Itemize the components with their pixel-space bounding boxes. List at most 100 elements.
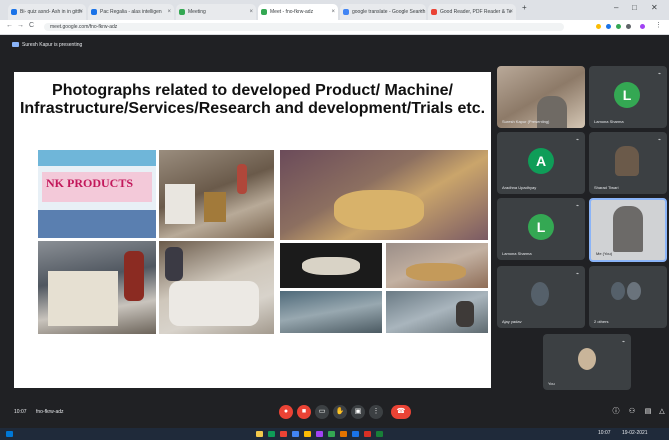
participant-photo (611, 282, 625, 300)
tab-label: Meet - fno-fkrw-adz (270, 9, 314, 15)
back-button[interactable]: ← (6, 22, 13, 29)
taskbar-app-icon[interactable] (304, 431, 311, 437)
mic-off-icon: ⌁ (657, 137, 661, 143)
mic-off-icon: ⌁ (657, 71, 661, 77)
forward-button[interactable]: → (17, 22, 24, 29)
close-icon[interactable]: × (79, 4, 83, 20)
participant-name: Me (You) (596, 251, 613, 256)
grain-pile-shape (334, 190, 424, 230)
worker-shape (165, 247, 183, 281)
minimize-button[interactable]: – (614, 3, 618, 12)
chrome-icon[interactable] (292, 431, 299, 437)
tab-favicon-icon (91, 9, 97, 15)
file-explorer-icon[interactable] (256, 431, 263, 437)
more-options-button[interactable]: ⋮ (369, 405, 383, 419)
chat-icon[interactable]: ▤ (641, 405, 655, 419)
participant-tile-5[interactable]: L ⌁ Lamona Sharma (497, 198, 585, 260)
participant-tile-2[interactable]: L ⌁ Lamona Sharma (589, 66, 667, 128)
new-tab-icon[interactable]: + (522, 3, 527, 12)
participant-name: Aradhna Upadhyay (502, 185, 537, 190)
leave-call-button[interactable]: ☎ (391, 405, 411, 419)
meeting-controls-bar: 10:07 fno-fkrw-adz ● ■ ▭ ✋ ▣ ⋮ ☎ ⓘ ⚇ ▤ △ (0, 398, 669, 428)
person-shape (456, 301, 474, 327)
meeting-time: 10:07 (14, 409, 27, 415)
present-button[interactable]: ▣ (351, 405, 365, 419)
banner-top (38, 150, 156, 166)
pile-shape (406, 263, 466, 281)
participant-photo (531, 282, 549, 306)
taskbar-app-icon[interactable] (328, 431, 335, 437)
mic-toggle-button[interactable]: ● (279, 405, 293, 419)
address-bar-row: ← → C meet.google.com/fno-fkrw-adz ⋮ (0, 20, 669, 35)
taskbar-app-icon[interactable] (364, 431, 371, 437)
participant-tile-presenter[interactable]: Suresh Kapur (Presenting) (497, 66, 585, 128)
activities-icon[interactable]: △ (655, 405, 669, 419)
info-icon[interactable]: ⓘ (609, 405, 623, 419)
taskbar-app-icon[interactable] (280, 431, 287, 437)
raise-hand-button[interactable]: ✋ (333, 405, 347, 419)
browser-tab-5[interactable]: google translate - Google Search × (340, 4, 426, 20)
tab-favicon-icon (179, 9, 185, 15)
participant-tile-7[interactable]: ⌁ Ajay yadav (497, 266, 585, 328)
participant-tile-9[interactable]: ⌁ You (543, 334, 631, 390)
maximize-button[interactable]: □ (632, 3, 637, 12)
participant-tile-others[interactable]: 2 others (589, 266, 667, 328)
tab-label: Bi- quiz asnd- Ash in in gitth (20, 9, 82, 15)
presented-slide: Photographs related to developed Product… (14, 72, 491, 388)
people-icon[interactable]: ⚇ (625, 405, 639, 419)
participant-name: Suresh Kapur (Presenting) (502, 119, 550, 124)
url-input[interactable]: meet.google.com/fno-fkrw-adz (44, 23, 564, 31)
browser-tab-2[interactable]: Pac Regalia - alas intelligen × (88, 4, 174, 20)
reload-button[interactable]: C (29, 22, 34, 29)
browser-tab-strip: Bi- quiz asnd- Ash in in gitth × Pac Rega… (0, 0, 669, 20)
browser-tab-6[interactable]: Good Reader, PDF Reader & Te × (428, 4, 516, 20)
avatar: A (528, 148, 554, 174)
mushroom-photo (280, 243, 382, 288)
participant-name: You (548, 381, 555, 386)
close-icon[interactable]: × (419, 4, 423, 20)
menu-icon[interactable]: ⋮ (655, 21, 662, 29)
close-icon[interactable]: × (331, 4, 335, 20)
taskbar-app-icon[interactable] (376, 431, 383, 437)
tab-favicon-icon (261, 9, 267, 15)
extension-icon[interactable] (626, 24, 631, 29)
present-screen-icon (12, 42, 19, 47)
close-icon[interactable]: × (167, 4, 171, 20)
participant-tile-self[interactable]: Me (You) (589, 198, 667, 262)
browser-tab-1[interactable]: Bi- quiz asnd- Ash in in gitth × (8, 4, 86, 20)
participant-tile-4[interactable]: ⌁ Sharad Tiwari (589, 132, 667, 194)
browser-tab-4[interactable]: Meet - fno-fkrw-adz × (258, 4, 338, 20)
taskbar-app-icon[interactable] (316, 431, 323, 437)
trial-photo-2 (386, 291, 488, 333)
close-icon[interactable]: × (249, 4, 253, 20)
taskbar-app-icon[interactable] (340, 431, 347, 437)
sacks-shape (169, 281, 259, 326)
extension-icon[interactable] (596, 24, 601, 29)
extension-icon[interactable] (606, 24, 611, 29)
avatar: L (614, 82, 640, 108)
mic-off-icon: ⌁ (575, 203, 579, 209)
taskbar-app-icon[interactable] (352, 431, 359, 437)
tab-favicon-icon (343, 9, 349, 15)
browser-tab-3[interactable]: Meeting × (176, 4, 256, 20)
tab-label: Good Reader, PDF Reader & Te (440, 9, 512, 15)
trial-photo-1 (386, 243, 488, 288)
close-icon[interactable]: × (509, 4, 513, 20)
taskbar-app-icon[interactable] (268, 431, 275, 437)
profile-avatar[interactable] (640, 24, 645, 29)
camera-toggle-button[interactable]: ■ (297, 405, 311, 419)
tab-label: google translate - Google Search (352, 9, 426, 15)
os-taskbar: 10:07 19-02-2021 (0, 428, 669, 440)
participant-name: Sharad Tiwari (594, 185, 619, 190)
mushroom-farm-photo (280, 291, 382, 333)
mushroom-shape (302, 257, 360, 275)
participant-tile-3[interactable]: A ⌁ Aradhna Upadhyay (497, 132, 585, 194)
worker-machine-photo (38, 241, 156, 334)
mic-off-icon: ⌁ (575, 137, 579, 143)
close-window-button[interactable]: ✕ (651, 3, 658, 12)
banner-bottom (38, 210, 156, 238)
extension-icon[interactable] (616, 24, 621, 29)
captions-button[interactable]: ▭ (315, 405, 329, 419)
start-icon[interactable] (6, 431, 13, 437)
taskbar-date: 19-02-2021 (622, 430, 648, 436)
